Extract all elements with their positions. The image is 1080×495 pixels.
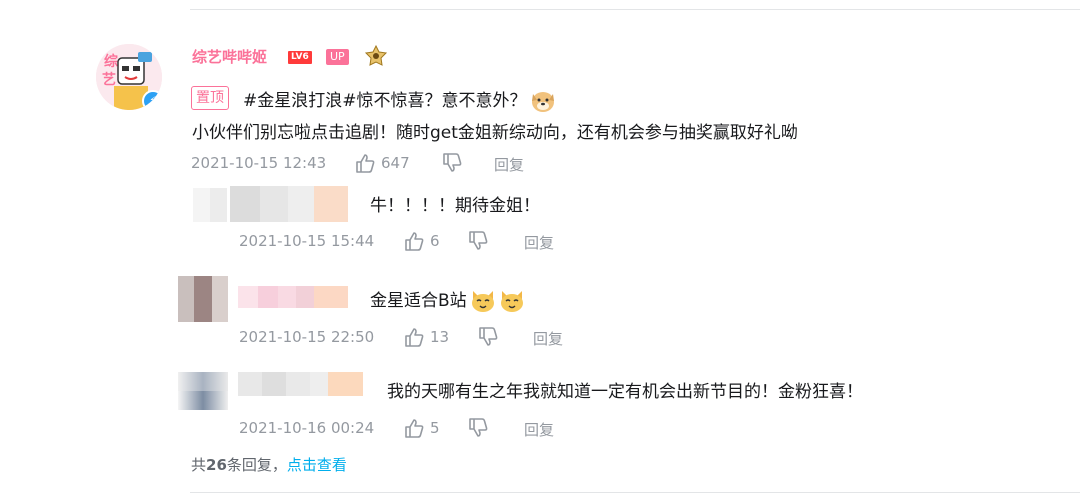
- more-replies-count: 26: [206, 456, 227, 474]
- comment-line-2: 小伙伴们别忘啦点击追剧！随时get金姐新综动向，还有机会参与抽奖赢取好礼呦: [192, 123, 798, 143]
- thumbs-up-icon[interactable]: [403, 230, 425, 252]
- reply-button[interactable]: 回复: [533, 328, 563, 349]
- reply-text-content: 金星适合B站: [370, 291, 467, 311]
- blurred-avatar: [193, 188, 227, 222]
- reply-text: 牛！！！！期待金姐！: [370, 196, 540, 216]
- reply-button[interactable]: 回复: [524, 419, 554, 440]
- cat-emoji-icon: [471, 291, 494, 312]
- thumbs-up-icon[interactable]: [354, 152, 376, 174]
- cat-emoji-icon: [500, 291, 523, 312]
- avatar[interactable]: 综 艺 ⚡: [96, 44, 162, 110]
- blurred-username: [230, 186, 348, 222]
- like-count: 6: [430, 232, 440, 250]
- more-replies: 共26条回复，点击查看: [191, 454, 347, 475]
- reply-button[interactable]: 回复: [524, 232, 554, 253]
- comment-time: 2021-10-15 12:43: [191, 154, 327, 172]
- medal-icon: [364, 45, 388, 66]
- svg-text:艺: 艺: [102, 71, 116, 88]
- thumbs-up-icon[interactable]: [403, 417, 425, 439]
- reply-text: 金星适合B站: [370, 286, 525, 314]
- reply-time: 2021-10-16 00:24: [239, 419, 375, 437]
- like-count: 647: [381, 154, 410, 172]
- like-count: 13: [430, 328, 450, 346]
- reply-time: 2021-10-15 15:44: [239, 232, 375, 250]
- like-count: 5: [430, 419, 440, 437]
- blurred-avatar: [178, 276, 228, 322]
- blurred-username: [238, 286, 348, 308]
- blurred-username: [238, 372, 363, 396]
- reply-button[interactable]: 回复: [494, 154, 524, 175]
- level-badge: LV6: [288, 51, 312, 64]
- more-replies-prefix: 共: [191, 456, 207, 474]
- thumbs-up-icon[interactable]: [403, 326, 425, 348]
- top-divider: [190, 9, 1080, 10]
- svg-text:综: 综: [104, 53, 118, 70]
- bottom-divider: [190, 492, 1080, 493]
- reply-time: 2021-10-15 22:50: [239, 328, 375, 346]
- pinned-badge: 置顶: [191, 86, 229, 110]
- thumbs-down-icon[interactable]: [477, 326, 499, 348]
- comment-line-1: #金星浪打浪#惊不惊喜？意不意外？: [243, 86, 556, 114]
- more-replies-suffix: 条回复，: [226, 456, 287, 474]
- up-badge: UP: [326, 49, 349, 65]
- view-more-link[interactable]: 点击查看: [287, 456, 347, 474]
- doge-emoji-icon: [531, 92, 554, 112]
- thumbs-down-icon[interactable]: [441, 152, 463, 174]
- comment-line-1-text: #金星浪打浪#惊不惊喜？意不意外？: [243, 91, 527, 111]
- blurred-avatar: [178, 372, 228, 410]
- username[interactable]: 综艺哔哔姬: [192, 46, 267, 67]
- verified-icon: ⚡: [142, 90, 162, 110]
- thumbs-down-icon[interactable]: [467, 230, 489, 252]
- thumbs-down-icon[interactable]: [467, 417, 489, 439]
- reply-text: 我的天哪有生之年我就知道一定有机会出新节目的！金粉狂喜！: [387, 382, 863, 402]
